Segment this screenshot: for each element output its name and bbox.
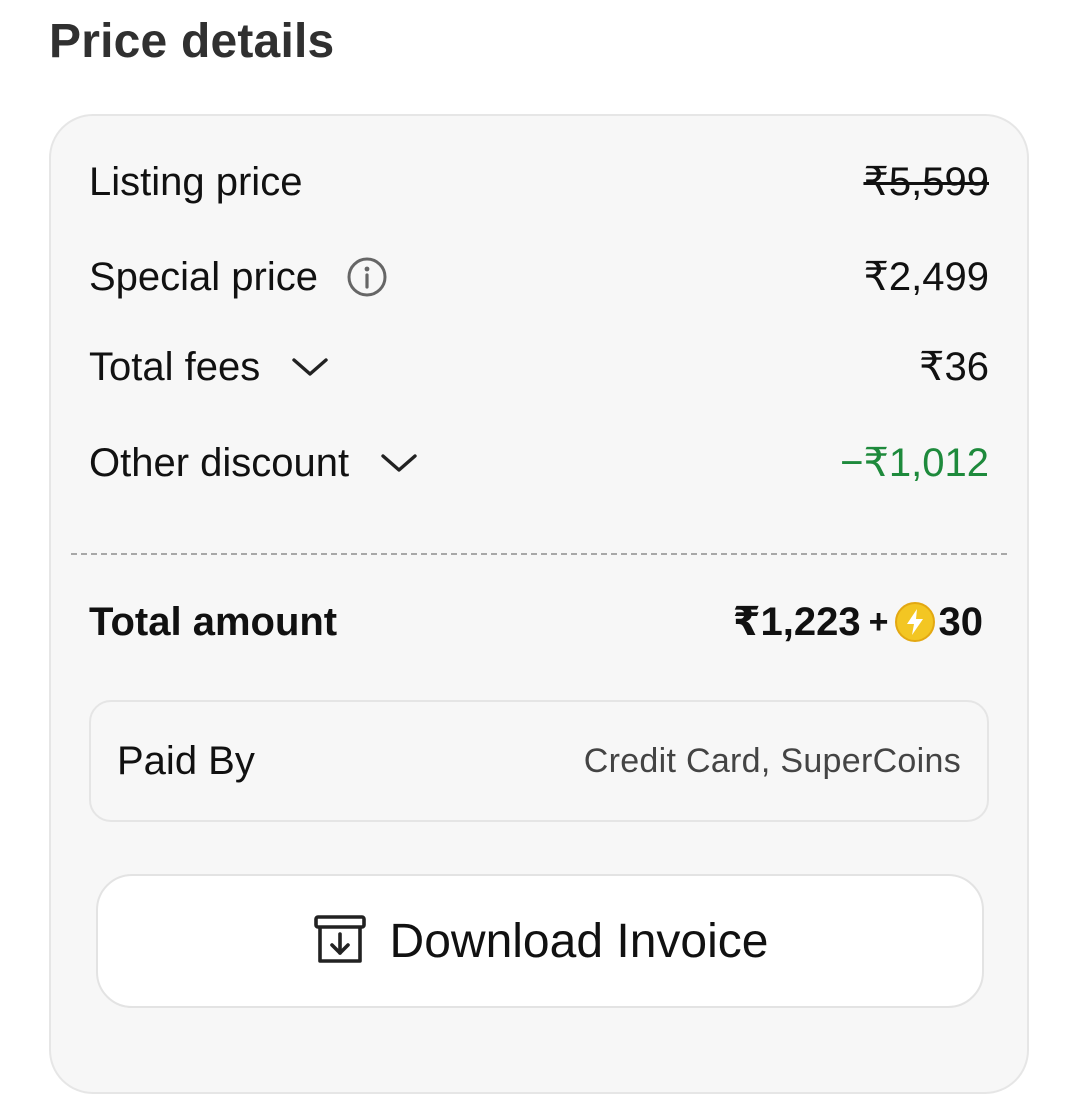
total-fees-label: Total fees xyxy=(89,344,261,389)
download-invoice-button[interactable]: Download Invoice xyxy=(96,874,984,1008)
plus-sign: + xyxy=(868,602,889,641)
chevron-down-icon[interactable] xyxy=(290,355,330,379)
paid-by-label: Paid By xyxy=(117,738,255,783)
payment-method-value: Credit Card, SuperCoins xyxy=(583,741,961,780)
price-details-card: Listing price ₹5,599 Special price ₹2,49… xyxy=(49,114,1029,1094)
total-fees-value: ₹36 xyxy=(919,345,989,389)
listing-price-row: Listing price ₹5,599 xyxy=(89,156,989,208)
listing-price-label: Listing price xyxy=(89,159,303,204)
listing-price-value: ₹5,599 xyxy=(863,160,989,204)
special-price-row: Special price ₹2,499 xyxy=(89,251,989,303)
total-amount-row: Total amount ₹1,223 + 30 xyxy=(89,596,983,648)
other-discount-label: Other discount xyxy=(89,440,350,485)
supercoin-icon xyxy=(894,602,935,642)
total-fees-row[interactable]: Total fees ₹36 xyxy=(89,341,989,393)
other-discount-value: −₹1,012 xyxy=(840,441,989,485)
download-invoice-label: Download Invoice xyxy=(389,914,769,968)
special-price-label: Special price xyxy=(89,254,319,299)
supercoin-count: 30 xyxy=(938,599,984,644)
payment-method-box: Paid By Credit Card, SuperCoins xyxy=(89,700,989,822)
dashed-divider xyxy=(71,553,1007,555)
info-icon[interactable] xyxy=(346,256,388,298)
chevron-down-icon[interactable] xyxy=(379,451,419,475)
special-price-value: ₹2,499 xyxy=(863,255,989,299)
total-amount-value: ₹1,223 + 30 xyxy=(733,599,983,645)
total-amount-price: ₹1,223 xyxy=(732,600,861,644)
page-title: Price details xyxy=(49,15,335,68)
download-box-icon xyxy=(312,911,368,972)
total-amount-label: Total amount xyxy=(89,599,338,644)
other-discount-row[interactable]: Other discount −₹1,012 xyxy=(89,437,989,489)
